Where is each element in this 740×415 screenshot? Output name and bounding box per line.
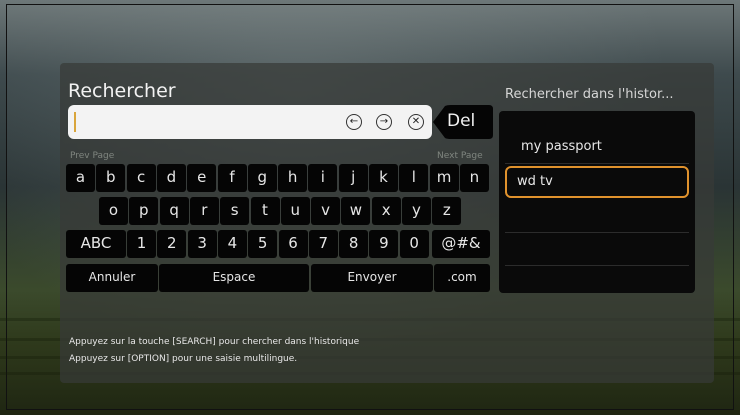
- history-item[interactable]: my passport: [505, 132, 689, 164]
- dotcom-button[interactable]: .com: [434, 264, 490, 292]
- key-k[interactable]: k: [369, 164, 398, 192]
- key-p[interactable]: p: [129, 197, 159, 225]
- history-item[interactable]: wd tv: [505, 165, 689, 198]
- key-t[interactable]: t: [250, 197, 280, 225]
- key-digit-2[interactable]: 2: [157, 230, 187, 258]
- key-x[interactable]: x: [371, 197, 401, 225]
- key-digit-3[interactable]: 3: [187, 230, 217, 258]
- cursor-left-icon[interactable]: ←: [346, 114, 362, 130]
- key-digit-0[interactable]: 0: [399, 230, 429, 258]
- key-a[interactable]: a: [66, 164, 95, 192]
- key-r[interactable]: r: [189, 197, 219, 225]
- key-o[interactable]: o: [99, 197, 128, 225]
- key-z[interactable]: z: [432, 197, 462, 225]
- help-search-hint: Appuyez sur la touche [SEARCH] pour cher…: [69, 337, 360, 347]
- key-d[interactable]: d: [156, 164, 186, 192]
- screen-background: Rechercher Rechercher dans l'histor... ←…: [0, 0, 740, 415]
- key-l[interactable]: l: [399, 164, 429, 192]
- cursor-right-icon[interactable]: →: [376, 114, 392, 130]
- key-f[interactable]: f: [217, 164, 247, 192]
- help-option-hint: Appuyez sur [OPTION] pour une saisie mul…: [69, 354, 298, 364]
- key-j[interactable]: j: [338, 164, 368, 192]
- key-digit-8[interactable]: 8: [339, 230, 369, 258]
- key-symbols-toggle[interactable]: @#&: [432, 230, 490, 258]
- next-page-link[interactable]: Next Page: [437, 151, 483, 161]
- key-digit-4[interactable]: 4: [217, 230, 247, 258]
- history-empty-divider: [505, 265, 689, 266]
- send-button[interactable]: Envoyer: [311, 264, 433, 292]
- key-digit-5[interactable]: 5: [248, 230, 278, 258]
- history-list: my passport wd tv: [499, 111, 695, 293]
- space-button[interactable]: Espace: [159, 264, 309, 292]
- key-y[interactable]: y: [402, 197, 431, 225]
- key-q[interactable]: q: [159, 197, 189, 225]
- key-abc-toggle[interactable]: ABC: [66, 230, 126, 258]
- history-empty-divider: [505, 232, 689, 233]
- key-c[interactable]: c: [126, 164, 156, 192]
- cancel-button[interactable]: Annuler: [66, 264, 158, 292]
- key-digit-7[interactable]: 7: [308, 230, 338, 258]
- key-digit-1[interactable]: 1: [127, 230, 156, 258]
- key-digit-9[interactable]: 9: [369, 230, 399, 258]
- history-title: Rechercher dans l'histor...: [505, 87, 674, 102]
- clear-icon[interactable]: ✕: [408, 114, 424, 130]
- key-n[interactable]: n: [459, 164, 489, 192]
- key-w[interactable]: w: [341, 197, 371, 225]
- delete-button[interactable]: Del: [433, 105, 493, 139]
- prev-page-link[interactable]: Prev Page: [70, 151, 114, 161]
- key-g[interactable]: g: [247, 164, 277, 192]
- key-digit-6[interactable]: 6: [278, 230, 308, 258]
- key-m[interactable]: m: [429, 164, 459, 192]
- key-h[interactable]: h: [278, 164, 308, 192]
- delete-label: Del: [447, 111, 476, 131]
- key-i[interactable]: i: [308, 164, 338, 192]
- key-v[interactable]: v: [311, 197, 341, 225]
- search-title: Rechercher: [68, 80, 176, 102]
- key-u[interactable]: u: [280, 197, 310, 225]
- text-caret: [74, 112, 76, 132]
- key-b[interactable]: b: [96, 164, 126, 192]
- key-e[interactable]: e: [187, 164, 217, 192]
- search-input[interactable]: ← → ✕: [68, 105, 432, 139]
- key-s[interactable]: s: [220, 197, 250, 225]
